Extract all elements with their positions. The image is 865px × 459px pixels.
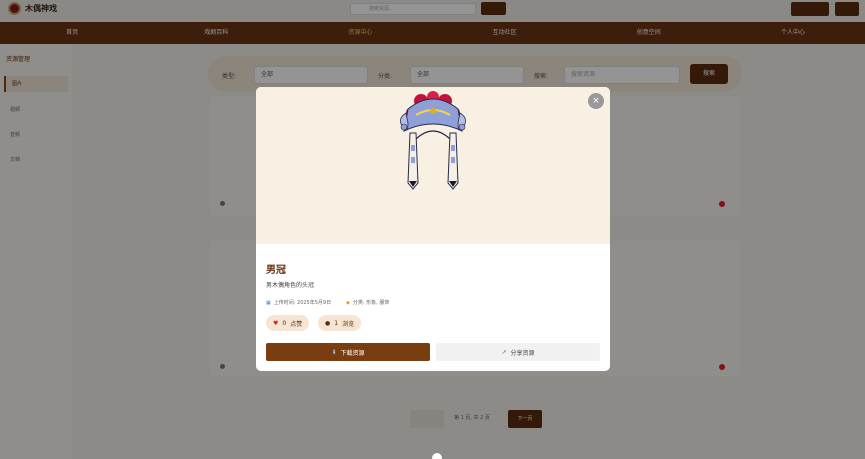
resource-detail-modal: × 男冠 男木偶角色的头冠 ▦ 上传时间: 2025年5月9日 ◆ 分类: 形象… <box>256 87 610 371</box>
upload-time: ▦ 上传时间: 2025年5月9日 <box>266 299 332 307</box>
eye-icon: ● <box>325 319 331 327</box>
category-text: 分类: 形象, 服饰 <box>352 300 390 306</box>
download-button[interactable]: ⬇ 下载资源 <box>266 343 430 361</box>
download-label: 下载资源 <box>340 349 365 357</box>
download-icon: ⬇ <box>331 348 337 356</box>
resource-preview-image <box>256 87 610 244</box>
share-label: 分享资源 <box>510 349 535 357</box>
crown-illustration <box>400 91 466 190</box>
heart-icon: ♥ <box>273 319 279 327</box>
likes-label: 点赞 <box>290 320 303 328</box>
resource-title: 男冠 <box>266 265 286 276</box>
tag-icon: ◆ <box>346 299 350 306</box>
views-badge: ● 1 浏览 <box>318 315 362 331</box>
likes-count: 0 <box>282 319 287 327</box>
scroll-indicator[interactable] <box>432 453 442 459</box>
resource-description: 男木偶角色的头冠 <box>266 282 315 289</box>
views-count: 1 <box>334 319 339 327</box>
views-label: 浏览 <box>342 320 355 328</box>
upload-time-text: 上传时间: 2025年5月9日 <box>273 300 332 306</box>
share-button[interactable]: ↗ 分享资源 <box>436 343 600 361</box>
calendar-icon: ▦ <box>266 299 271 306</box>
like-button[interactable]: ♥ 0 点赞 <box>266 315 310 331</box>
close-button[interactable]: × <box>588 93 604 109</box>
resource-category: ◆ 分类: 形象, 服饰 <box>346 299 390 307</box>
share-icon: ↗ <box>501 348 507 356</box>
